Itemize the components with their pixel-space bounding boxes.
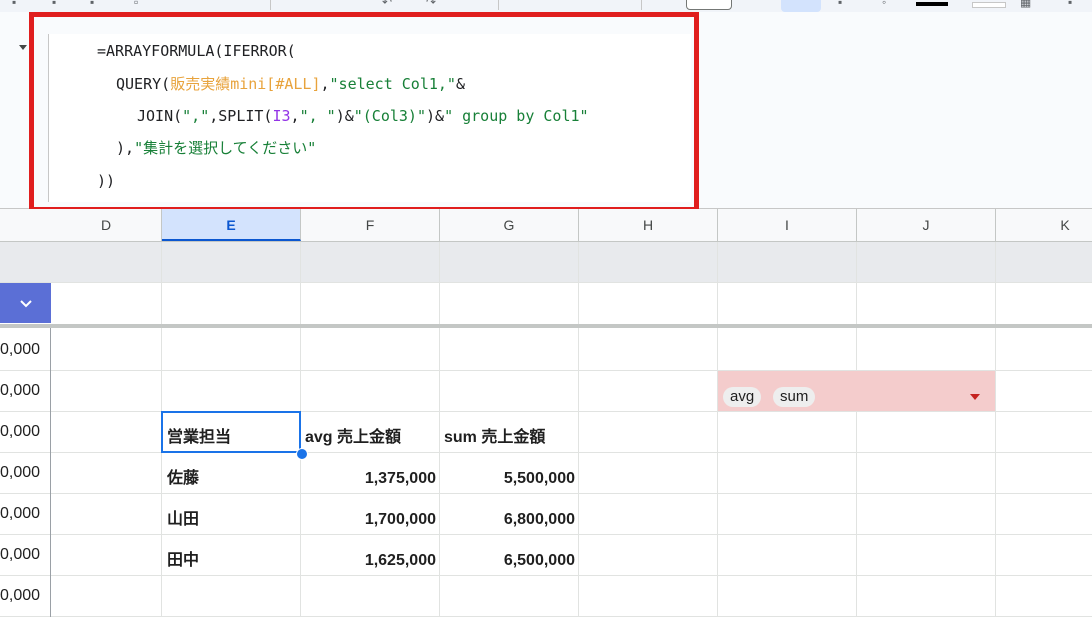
cell-value[interactable]: 0,000 [0, 535, 48, 575]
toolbar: ▪ ▪ ▪ ▫ ↶ ↷ ▪ ◦ ▦ ▪ [0, 0, 1092, 12]
column-header-j[interactable]: J [857, 209, 996, 241]
table-cell-name[interactable]: 田中 [167, 541, 297, 581]
dropdown-arrow-icon[interactable] [970, 394, 980, 400]
table-cell-name[interactable]: 山田 [167, 500, 297, 540]
toolbar-separator [641, 0, 642, 10]
chevron-down-icon [19, 300, 32, 308]
grid-line [717, 242, 718, 617]
toolbar-separator [498, 0, 499, 10]
column-headers: D E F G H I J K [0, 209, 1092, 242]
name-box-dropdown-icon[interactable] [19, 45, 27, 50]
toolbar-icon[interactable]: ▪ [1068, 0, 1072, 8]
cell-value[interactable]: 0,000 [0, 494, 48, 534]
cell-value[interactable]: 0,000 [0, 330, 48, 370]
toolbar-icon[interactable]: ▫ [134, 0, 138, 8]
fill-handle[interactable] [296, 448, 308, 460]
grid-line [856, 242, 857, 617]
cell-value[interactable]: 0,000 [0, 371, 48, 411]
active-cell-selection [161, 411, 301, 453]
borders-icon[interactable]: ▦ [1020, 0, 1031, 8]
toolbar-icon[interactable]: ▪ [90, 0, 94, 8]
undo-icon[interactable]: ↶ [382, 0, 392, 8]
table-header-cell[interactable]: avg 売上金額 [305, 418, 440, 458]
toolbar-icon[interactable]: ▪ [12, 0, 16, 8]
column-header-h[interactable]: H [579, 209, 718, 241]
table-cell-avg[interactable]: 1,625,000 [301, 541, 440, 581]
column-header-f[interactable]: F [301, 209, 440, 241]
table-cell-name[interactable]: 佐藤 [167, 459, 297, 499]
fill-color-swatch[interactable] [972, 2, 1006, 8]
table-header-cell[interactable]: sum 売上金額 [444, 418, 579, 458]
table-cell-avg[interactable]: 1,700,000 [301, 500, 440, 540]
highlight-annotation-box [29, 12, 699, 212]
table-cell-sum[interactable]: 6,500,000 [440, 541, 579, 581]
grid-line [995, 242, 996, 617]
cell-value[interactable]: 0,000 [0, 453, 48, 493]
text-color-swatch[interactable] [916, 2, 948, 6]
column-header-d[interactable]: D [51, 209, 162, 241]
table-cell-sum[interactable]: 6,800,000 [440, 500, 579, 540]
toolbar-icon[interactable]: ▪ [838, 0, 842, 8]
cell-value[interactable]: 0,000 [0, 412, 48, 452]
font-size-box[interactable] [686, 0, 732, 10]
toolbar-icon[interactable]: ▪ [52, 0, 56, 8]
chip-avg[interactable]: avg [723, 387, 762, 407]
table-cell-avg[interactable]: 1,375,000 [301, 459, 440, 499]
chip-sum[interactable]: sum [773, 387, 816, 407]
column-header-e[interactable]: E [162, 209, 301, 241]
filter-dropdown-button[interactable] [0, 283, 51, 323]
frozen-header-row [0, 242, 1092, 282]
column-header-k[interactable]: K [996, 209, 1092, 241]
cell-value[interactable]: 0,000 [0, 576, 48, 616]
toolbar-icon[interactable]: ◦ [882, 0, 886, 8]
column-header-i[interactable]: I [718, 209, 857, 241]
filter-row [0, 283, 1092, 324]
column-header-g[interactable]: G [440, 209, 579, 241]
toolbar-active-button[interactable] [781, 0, 821, 12]
freeze-divider[interactable] [0, 324, 1092, 328]
toolbar-separator [270, 0, 271, 10]
grid-line [0, 282, 1092, 283]
column-border [50, 328, 51, 617]
table-cell-sum[interactable]: 5,500,000 [440, 459, 579, 499]
redo-icon[interactable]: ↷ [426, 0, 436, 8]
